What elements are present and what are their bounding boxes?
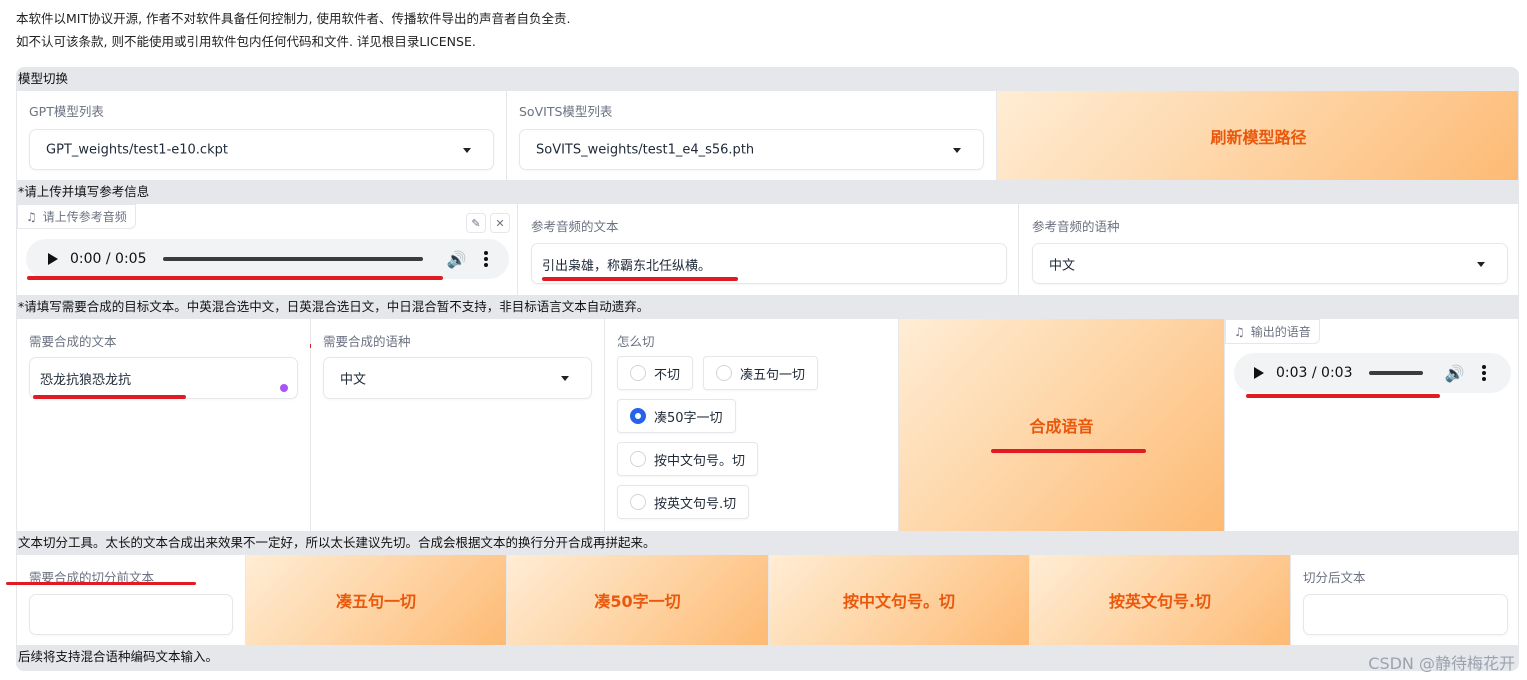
output-audio-tag-label: 输出的语音: [1250, 325, 1311, 339]
chevron-down-icon: [1477, 261, 1485, 267]
chevron-down-icon: [953, 147, 961, 153]
main-panel: 模型切换 GPT模型列表 GPT_weights/test1-e10.ckpt …: [16, 67, 1519, 671]
volume-icon[interactable]: 🔊: [447, 250, 467, 269]
watermark: CSDN @静待梅花开: [1368, 654, 1515, 673]
edit-icon[interactable]: ✎: [466, 213, 486, 233]
target-lang-label: 需要合成的语种: [323, 334, 411, 349]
status-dot-icon: [280, 384, 288, 392]
target-text-label: 需要合成的文本: [29, 334, 117, 349]
gpt-model-label: GPT模型列表: [29, 104, 104, 119]
gpt-model-dropdown[interactable]: GPT_weights/test1-e10.ckpt: [29, 129, 494, 170]
disclaimer-line-2: 如不认可该条款, 则不能使用或引用软件包内任何代码和文件. 详见根目录LICEN…: [16, 34, 476, 49]
output-audio-progress[interactable]: [1368, 371, 1423, 375]
target-lang-cell: 需要合成的语种 中文: [311, 319, 604, 531]
target-lang-dropdown[interactable]: 中文: [323, 357, 592, 399]
cut-method-label: 怎么切: [617, 334, 655, 349]
reference-audio-tag-label: 请上传参考音频: [42, 210, 127, 224]
reference-lang-value: 中文: [1049, 258, 1076, 273]
split-output-cell: 切分后文本: [1291, 555, 1518, 645]
play-icon[interactable]: [1254, 367, 1264, 379]
cut-option-label: 按中文句号。切: [654, 453, 746, 469]
target-text-input[interactable]: 恐龙抗狼恐龙抗: [29, 357, 298, 399]
chevron-down-icon: [561, 376, 569, 381]
cut-option-0[interactable]: 不切: [617, 356, 694, 390]
gpt-model-value: GPT_weights/test1-e10.ckpt: [46, 142, 228, 157]
annotation-underline: [542, 277, 738, 281]
sovits-model-value: SoVITS_weights/test1_e4_s56.pth: [536, 142, 755, 157]
reference-lang-label: 参考音频的语种: [1032, 219, 1120, 234]
split-five-sentences-button[interactable]: 凑五句一切: [246, 555, 506, 645]
split-chinese-period-button[interactable]: 按中文句号。切: [769, 555, 1029, 645]
reference-audio-cell: ♫ 请上传参考音频 ✎ ✕ 0:00 / 0:05 🔊: [17, 204, 517, 348]
cut-option-label: 凑50字一切: [654, 410, 723, 426]
music-note-icon: ♫: [26, 209, 37, 224]
annotation-underline: [6, 582, 196, 585]
reference-audio-progress[interactable]: [162, 257, 423, 261]
section-header-model-switch: 模型切换: [17, 68, 1518, 90]
split-input-field[interactable]: [29, 594, 233, 635]
chevron-down-icon: [463, 147, 471, 153]
split-output-label: 切分后文本: [1303, 570, 1366, 585]
play-icon[interactable]: [48, 253, 58, 265]
split-input-cell: 需要合成的切分前文本: [17, 555, 245, 645]
disclaimer-line-1: 本软件以MIT协议开源, 作者不对软件具备任何控制力, 使用软件者、传播软件导出…: [16, 11, 571, 26]
more-options-icon[interactable]: [484, 251, 489, 267]
section-header-split-tool: 文本切分工具。太长的文本合成出来效果不一定好，所以太长建议先切。合成会根据文本的…: [17, 532, 1518, 554]
radio-icon: [716, 365, 732, 381]
cut-option-2[interactable]: 凑50字一切: [617, 399, 736, 433]
cut-option-3[interactable]: 按中文句号。切: [617, 442, 759, 476]
annotation-underline: [1246, 394, 1440, 398]
output-audio-player[interactable]: 0:03 / 0:03 🔊: [1234, 353, 1511, 393]
reference-lang-dropdown[interactable]: 中文: [1032, 243, 1508, 284]
target-text-cell: 需要合成的文本 恐龙抗狼恐龙抗: [17, 319, 310, 531]
music-note-icon: ♫: [1234, 324, 1245, 339]
annotation-underline: [27, 276, 443, 280]
cut-option-label: 凑五句一切: [740, 367, 806, 383]
cut-option-4[interactable]: 按英文句号.切: [617, 485, 750, 519]
radio-icon: [630, 494, 646, 510]
cut-option-label: 按英文句号.切: [654, 496, 737, 512]
reference-audio-player[interactable]: 0:00 / 0:05 🔊: [26, 239, 509, 279]
annotation-underline: [991, 449, 1146, 453]
reference-text-cell: 参考音频的文本 引出枭雄，称霸东北任纵横。: [518, 204, 1018, 295]
annotation-underline: [33, 395, 186, 399]
radio-icon: [630, 451, 646, 467]
cut-option-1[interactable]: 凑五句一切: [703, 356, 819, 390]
synthesize-button[interactable]: 合成语音: [899, 319, 1224, 531]
volume-icon[interactable]: 🔊: [1445, 364, 1465, 383]
output-audio-time: 0:03 / 0:03: [1276, 365, 1353, 381]
sovits-model-dropdown[interactable]: SoVITS_weights/test1_e4_s56.pth: [519, 129, 984, 170]
cut-method-cell: 怎么切 不切 凑五句一切 凑50字一切 按中文句号。切 按英文句号.切: [605, 319, 898, 531]
radio-icon: [630, 365, 646, 381]
split-english-period-button[interactable]: 按英文句号.切: [1030, 555, 1290, 645]
radio-selected-icon: [630, 408, 646, 424]
close-icon[interactable]: ✕: [490, 213, 510, 233]
reference-text-label: 参考音频的文本: [531, 219, 619, 234]
section-header-reference: *请上传并填写参考信息: [17, 181, 1518, 203]
split-output-field[interactable]: [1303, 594, 1508, 635]
sovits-model-cell: SoVITS模型列表 SoVITS_weights/test1_e4_s56.p…: [507, 91, 996, 180]
section-header-target: *请填写需要合成的目标文本。中英混合选中文，日英混合选日文，中日混合暂不支持，非…: [17, 296, 1518, 318]
reference-audio-tag: ♫ 请上传参考音频: [17, 204, 136, 229]
reference-audio-time: 0:00 / 0:05: [70, 251, 147, 267]
more-options-icon[interactable]: [1482, 365, 1487, 381]
output-audio-cell: ♫ 输出的语音 0:03 / 0:03 🔊: [1225, 319, 1518, 531]
target-lang-value: 中文: [340, 372, 367, 388]
gpt-model-cell: GPT模型列表 GPT_weights/test1-e10.ckpt: [17, 91, 506, 180]
footer-note: 后续将支持混合语种编码文本输入。: [17, 646, 1518, 668]
target-text-value: 恐龙抗狼恐龙抗: [40, 373, 132, 388]
sovits-model-label: SoVITS模型列表: [519, 104, 613, 119]
refresh-model-path-button[interactable]: 刷新模型路径: [997, 91, 1518, 180]
cut-option-label: 不切: [654, 367, 681, 383]
reference-lang-cell: 参考音频的语种 中文: [1019, 204, 1518, 295]
output-audio-tag: ♫ 输出的语音: [1225, 319, 1320, 344]
split-50-chars-button[interactable]: 凑50字一切: [507, 555, 768, 645]
reference-text-value: 引出枭雄，称霸东北任纵横。: [542, 259, 712, 274]
